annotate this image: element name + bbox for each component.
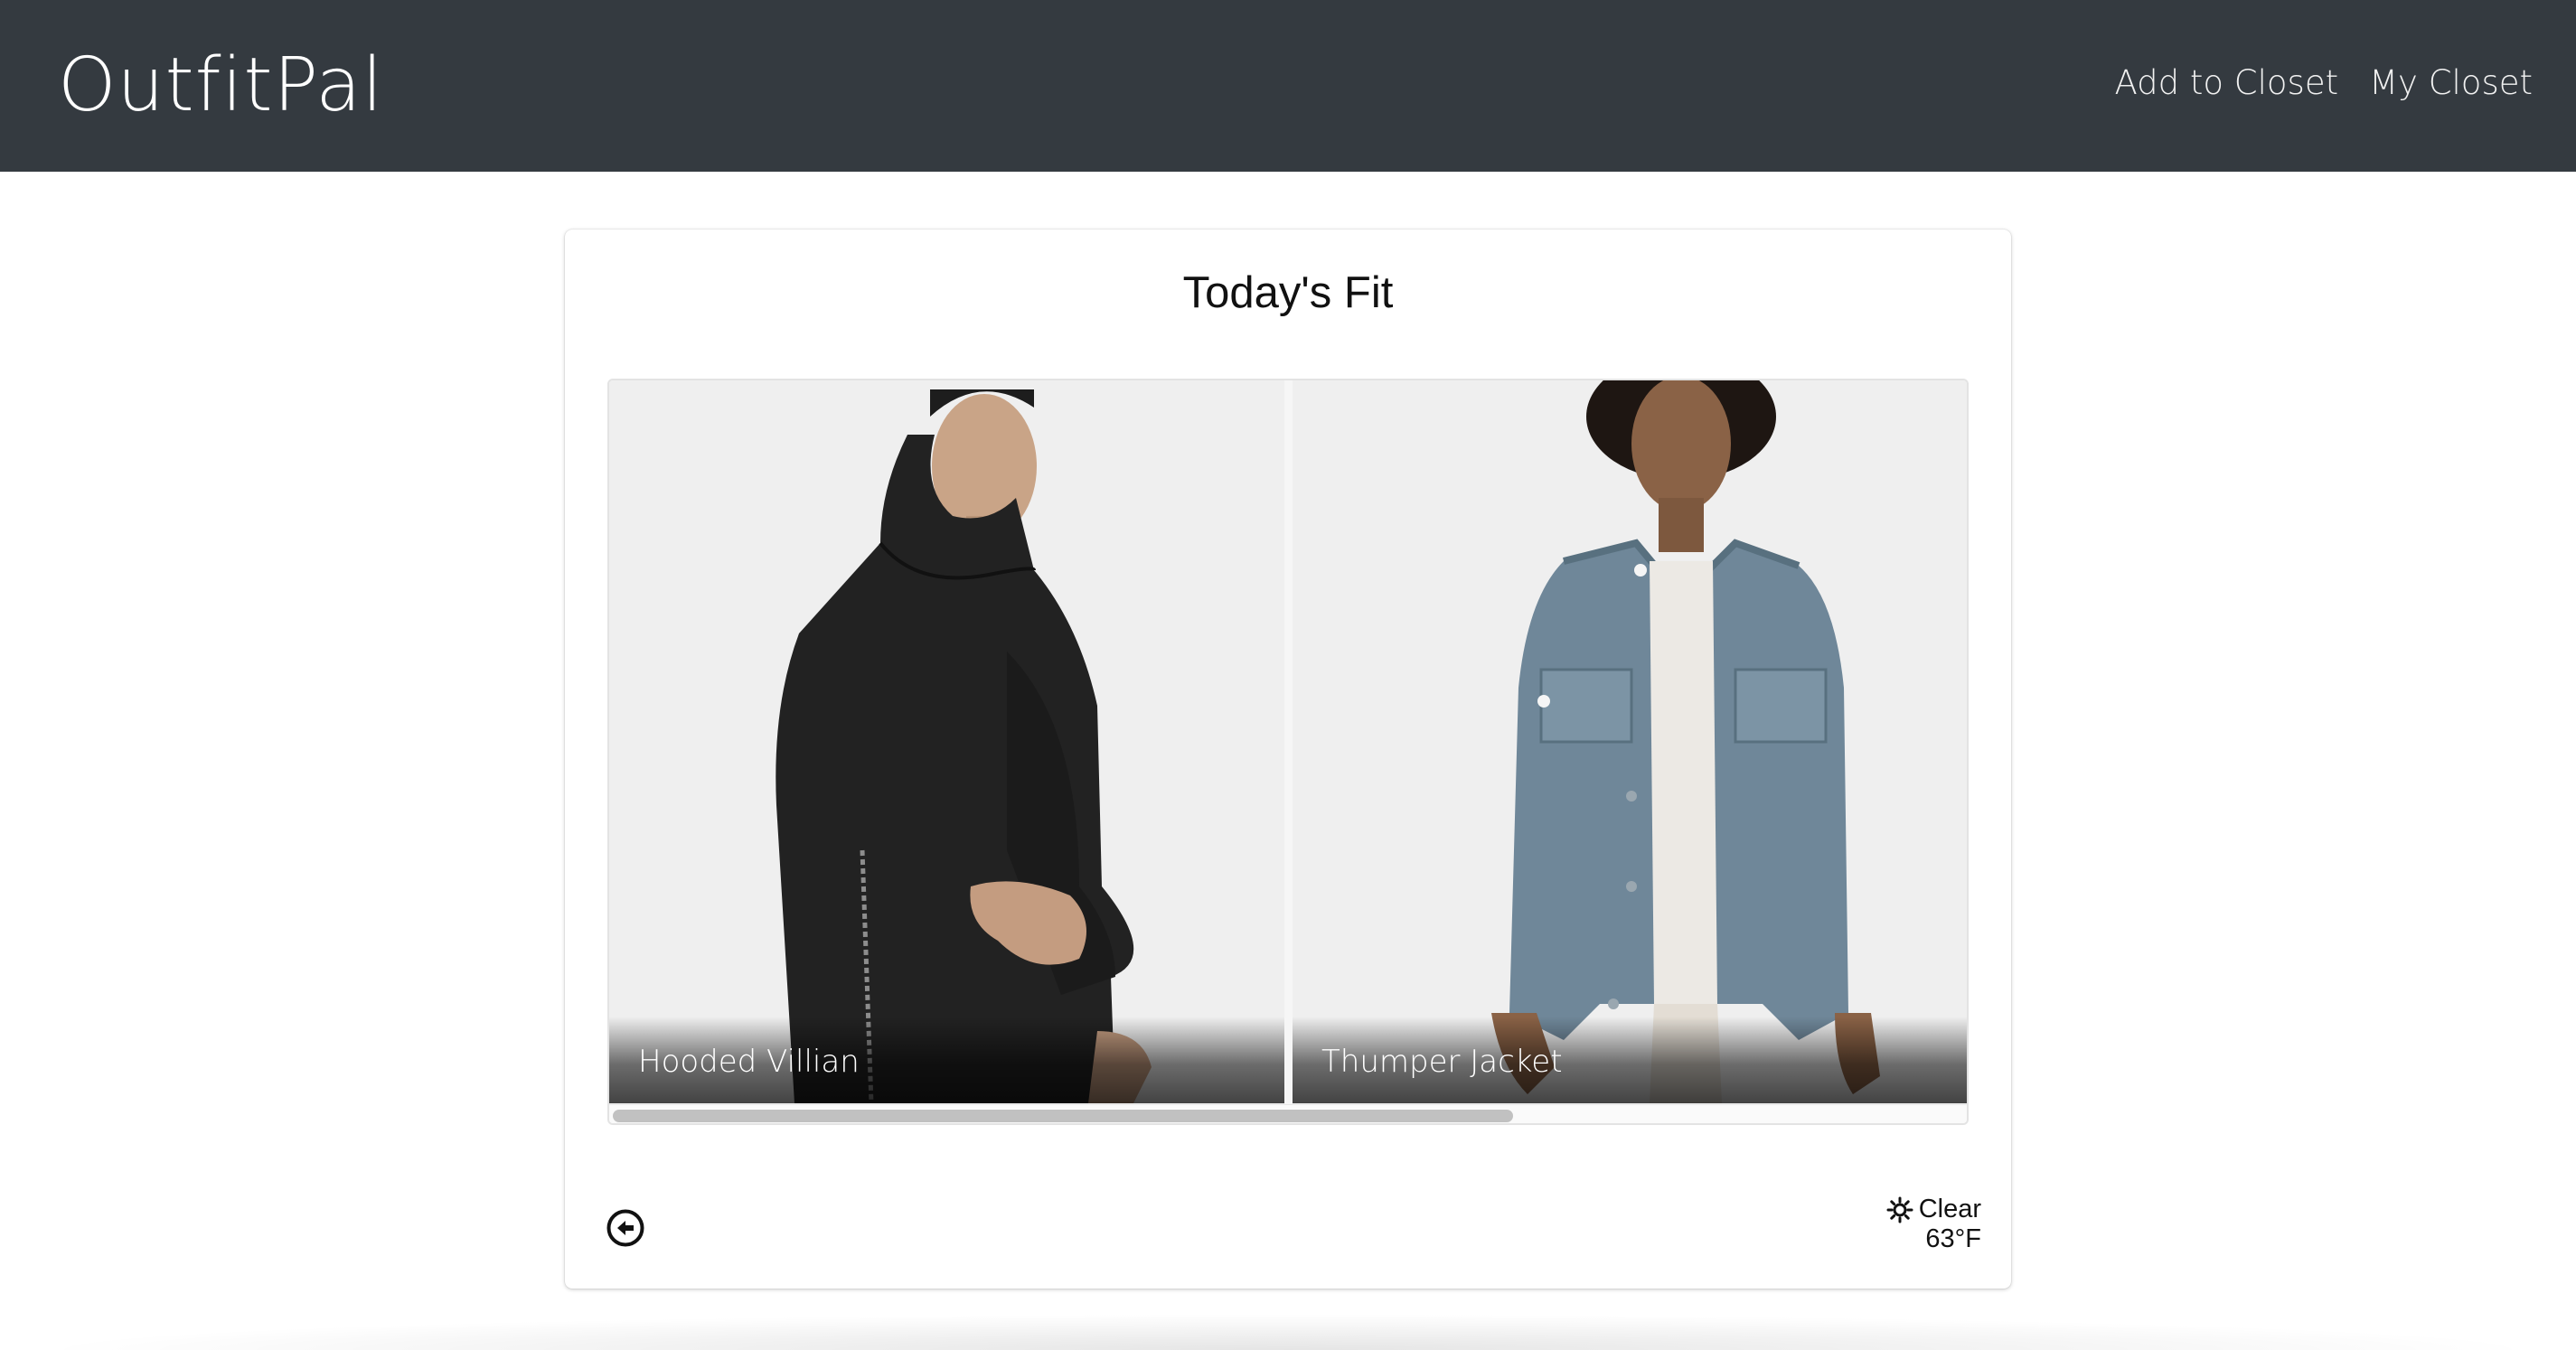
nav-my-closet[interactable]: My Closet (2369, 56, 2533, 110)
sun-icon (1886, 1196, 1913, 1223)
weather-widget: Clear 63°F (1886, 1195, 1981, 1254)
scrollbar-thumb[interactable] (613, 1110, 1513, 1122)
nav-add-to-closet[interactable]: Add to Closet (2115, 56, 2339, 110)
back-button[interactable] (606, 1208, 645, 1248)
outfit-item-hoodie[interactable]: Hooded Villian (609, 380, 1284, 1103)
top-navbar: OutfitPal Add to Closet My Closet (0, 0, 2576, 172)
outfit-item-jacket[interactable]: Thumper Jacket (1293, 380, 1967, 1103)
bottom-fade (27, 1314, 2549, 1350)
gallery-scrollbar[interactable] (609, 1104, 1967, 1123)
weather-condition: Clear (1918, 1195, 1981, 1223)
weather-temperature: 63°F (1925, 1224, 1981, 1253)
outfit-item-name: Hooded Villian (638, 1044, 860, 1080)
hoodie-photo (609, 380, 1284, 1103)
outfit-gallery[interactable]: Hooded Villian Thumper Jacket (607, 379, 1969, 1125)
jacket-photo (1293, 380, 1967, 1103)
nav-links: Add to Closet My Closet (2115, 56, 2534, 110)
card-title: Today's Fit (1182, 268, 1394, 317)
outfit-item-name: Thumper Jacket (1321, 1044, 1563, 1080)
brand-logo[interactable]: OutfitPal (58, 36, 383, 136)
outfit-card: Today's Fit Hooded Villian Thumper Jacke… (565, 230, 2011, 1289)
arrow-left-circle-icon (606, 1209, 644, 1247)
